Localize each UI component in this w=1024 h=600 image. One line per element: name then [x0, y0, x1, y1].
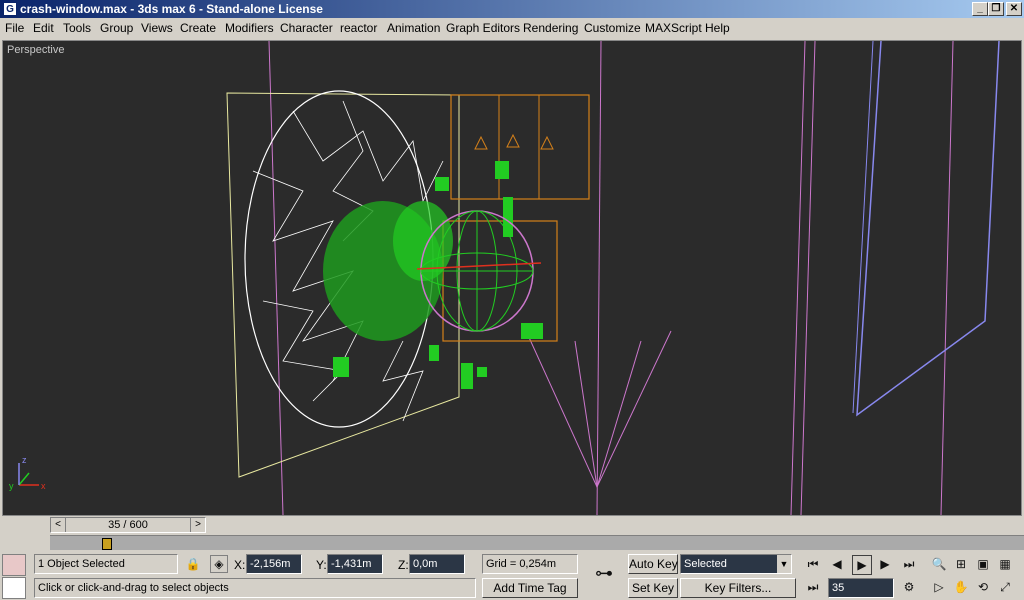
- scene-cone: [474, 135, 488, 150]
- color-swatch[interactable]: [2, 554, 26, 576]
- time-slider[interactable]: < 35 / 600 >: [50, 517, 206, 533]
- field-of-view-icon[interactable]: ▷: [930, 578, 948, 596]
- menu-rendering[interactable]: Rendering: [523, 21, 578, 35]
- scene-line: [596, 340, 642, 488]
- scene-line: [940, 41, 954, 515]
- x-coordinate[interactable]: -2,156m: [246, 554, 302, 574]
- camera-cone: [526, 330, 672, 489]
- maximize-button[interactable]: ❐: [988, 2, 1004, 16]
- menu-maxscript[interactable]: MAXScript: [645, 21, 702, 35]
- menu-edit[interactable]: Edit: [33, 21, 54, 35]
- key-icon[interactable]: ⊶: [588, 564, 620, 582]
- previous-frame-icon[interactable]: ◀: [828, 555, 846, 573]
- glass-shard: [262, 300, 344, 402]
- menu-animation[interactable]: Animation: [387, 21, 440, 35]
- scene-cone: [540, 135, 554, 150]
- prompt-line: Click or click-and-drag to select object…: [34, 578, 476, 598]
- auto-key-button[interactable]: Auto Key: [628, 554, 678, 574]
- maximize-viewport-icon[interactable]: ⤢: [996, 578, 1014, 596]
- go-to-start-icon[interactable]: ⏮: [804, 555, 822, 573]
- shelf-object[interactable]: [450, 94, 590, 200]
- play-icon[interactable]: ▶: [852, 555, 872, 575]
- time-prev-button[interactable]: <: [51, 518, 66, 532]
- title-bar: G crash-window.max - 3ds max 6 - Stand-a…: [0, 0, 1024, 18]
- axis-y-label: y: [9, 481, 14, 491]
- menu-group[interactable]: Group: [100, 21, 133, 35]
- add-time-tag-button[interactable]: Add Time Tag: [482, 578, 578, 598]
- time-configuration-icon[interactable]: ⚙: [900, 578, 918, 596]
- set-key-button[interactable]: Set Key: [628, 578, 678, 598]
- menu-help[interactable]: Help: [705, 21, 730, 35]
- arc-rotate-icon[interactable]: ⟲: [974, 578, 992, 596]
- menu-create[interactable]: Create: [180, 21, 216, 35]
- debris-piece: [461, 363, 473, 389]
- lock-icon[interactable]: 🔒: [184, 555, 202, 573]
- absolute-mode-icon[interactable]: ◈: [210, 555, 228, 573]
- debris-piece: [333, 357, 349, 377]
- key-mode-toggle-icon[interactable]: ⏭: [804, 578, 822, 596]
- axis-y-line: [18, 472, 30, 486]
- axis-z-label: z: [22, 455, 27, 465]
- time-next-button[interactable]: >: [190, 518, 205, 532]
- zoom-all-icon[interactable]: ⊞: [952, 555, 970, 573]
- menu-customize[interactable]: Customize: [584, 21, 641, 35]
- next-frame-icon[interactable]: ▶: [876, 555, 894, 573]
- z-label: Z:: [398, 558, 409, 572]
- minimize-button[interactable]: _: [972, 2, 988, 16]
- menu-tools[interactable]: Tools: [63, 21, 91, 35]
- key-filter-select[interactable]: Selected ▼: [680, 554, 792, 574]
- current-frame-field[interactable]: 35: [828, 578, 894, 598]
- menu-character[interactable]: Character: [280, 21, 333, 35]
- menu-reactor[interactable]: reactor: [340, 21, 377, 35]
- menu-bar: File Edit Tools Group Views Create Modif…: [0, 18, 1024, 38]
- key-filter-value: Selected: [684, 558, 727, 570]
- grid-size: Grid = 0,254m: [482, 554, 578, 574]
- scene-cone: [506, 133, 520, 148]
- app-icon[interactable]: G: [3, 2, 17, 16]
- x-label: X:: [234, 558, 246, 572]
- chevron-down-icon[interactable]: ▼: [777, 555, 791, 573]
- axis-x-label: x: [41, 481, 46, 491]
- viewport-scene: x y z: [9, 41, 1000, 515]
- zoom-icon[interactable]: 🔍: [930, 555, 948, 573]
- window-title: crash-window.max - 3ds max 6 - Stand-alo…: [20, 2, 323, 16]
- glass-shard: [292, 110, 444, 203]
- scene-line: [852, 41, 874, 414]
- track-bar[interactable]: [50, 535, 1024, 550]
- track-bar-cursor[interactable]: [102, 538, 112, 550]
- debris-piece: [429, 345, 439, 361]
- menu-modifiers[interactable]: Modifiers: [225, 21, 274, 35]
- debris-piece: [435, 177, 449, 191]
- selection-count: 1 Object Selected: [34, 554, 178, 574]
- pan-icon[interactable]: ✋: [952, 578, 970, 596]
- menu-views[interactable]: Views: [141, 21, 173, 35]
- key-filters-button[interactable]: Key Filters...: [680, 578, 796, 598]
- window-frame-object[interactable]: [856, 41, 1000, 417]
- color-swatch-secondary[interactable]: [2, 577, 26, 599]
- scene-line: [596, 41, 602, 515]
- menu-graph-editors[interactable]: Graph Editors: [446, 21, 520, 35]
- menu-file[interactable]: File: [5, 21, 24, 35]
- debris-piece: [495, 161, 509, 179]
- go-to-end-icon[interactable]: ⏭: [900, 555, 918, 573]
- perspective-viewport[interactable]: Perspective x y z: [2, 40, 1022, 516]
- debris-piece: [503, 197, 513, 237]
- zoom-extents-icon[interactable]: ▣: [974, 555, 992, 573]
- scene-line: [574, 340, 598, 488]
- y-coordinate[interactable]: -1,431m: [327, 554, 383, 574]
- z-coordinate[interactable]: 0,0m: [409, 554, 465, 574]
- scene-line: [268, 41, 284, 515]
- frame-display: 35 / 600: [108, 519, 148, 531]
- close-button[interactable]: ✕: [1006, 2, 1022, 16]
- debris-piece: [477, 367, 487, 377]
- status-bar: 1 Object Selected Click or click-and-dra…: [0, 550, 1024, 600]
- debris-piece: [521, 323, 543, 339]
- zoom-extents-all-icon[interactable]: ▦: [996, 555, 1014, 573]
- y-label: Y:: [316, 558, 327, 572]
- time-slider-bar: < 35 / 600 >: [0, 516, 1024, 534]
